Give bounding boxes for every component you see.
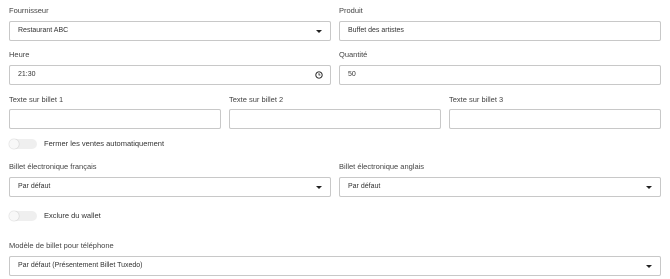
fournisseur-select[interactable]: Restaurant ABC xyxy=(9,21,331,41)
billet-fr-label: Billet électronique français xyxy=(9,162,97,171)
billet-en-value: Par défaut xyxy=(348,183,381,190)
exclure-wallet-toggle[interactable] xyxy=(9,211,37,221)
texte-billet-3-input[interactable] xyxy=(449,109,661,129)
modele-label: Modèle de billet pour téléphone xyxy=(9,241,114,250)
quantite-value: 50 xyxy=(348,71,356,78)
texte-billet-1-input[interactable] xyxy=(9,109,221,129)
heure-label: Heure xyxy=(9,50,30,59)
heure-input[interactable]: 21:30 xyxy=(9,65,331,85)
billet-fr-value: Par défaut xyxy=(18,183,51,190)
fermer-ventes-toggle[interactable] xyxy=(9,139,37,149)
chevron-down-icon xyxy=(646,265,652,268)
fournisseur-label: Fournisseur xyxy=(9,6,49,15)
texte-billet-2-label: Texte sur billet 2 xyxy=(229,95,284,104)
exclure-wallet-label: Exclure du wallet xyxy=(44,211,101,220)
billet-fr-select[interactable]: Par défaut xyxy=(9,177,331,197)
toggle-knob xyxy=(9,139,19,149)
texte-billet-1-label: Texte sur billet 1 xyxy=(9,95,64,104)
billet-en-select[interactable]: Par défaut xyxy=(339,177,661,197)
texte-billet-2-input[interactable] xyxy=(229,109,441,129)
quantite-label: Quantité xyxy=(339,50,368,59)
heure-value: 21:30 xyxy=(18,71,36,78)
chevron-down-icon xyxy=(316,186,322,189)
produit-value: Buffet des artistes xyxy=(348,27,404,34)
quantite-input[interactable]: 50 xyxy=(339,65,661,85)
fournisseur-value: Restaurant ABC xyxy=(18,27,69,34)
chevron-down-icon xyxy=(646,186,652,189)
billet-en-label: Billet électronique anglais xyxy=(339,162,425,171)
modele-value: Par défaut (Présentement Billet Tuxedo) xyxy=(18,262,143,269)
clock-icon[interactable] xyxy=(315,71,323,79)
produit-label: Produit xyxy=(339,6,363,15)
modele-select[interactable]: Par défaut (Présentement Billet Tuxedo) xyxy=(9,256,661,276)
chevron-down-icon xyxy=(316,30,322,33)
fermer-ventes-label: Fermer les ventes automatiquement xyxy=(44,139,165,148)
texte-billet-3-label: Texte sur billet 3 xyxy=(449,95,504,104)
toggle-knob xyxy=(9,211,19,221)
produit-field[interactable]: Buffet des artistes xyxy=(339,21,661,41)
